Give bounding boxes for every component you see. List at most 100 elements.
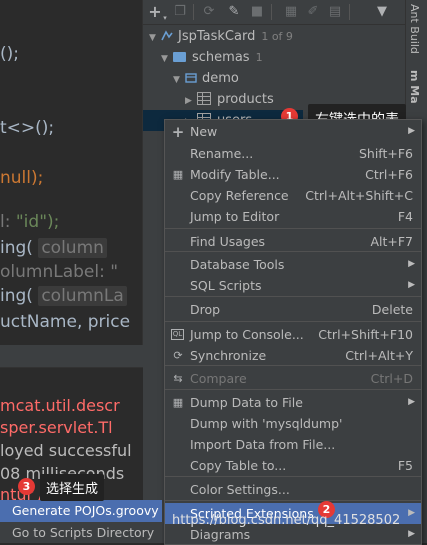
menu-item-shortcut: Ctrl+Alt+Y — [345, 348, 413, 363]
callout-generate: 选择生成 — [40, 474, 105, 501]
tree-node-schemas[interactable]: ▼ schemas 1 — [161, 47, 263, 68]
menu-item-synchronize[interactable]: ⟳ Synchronize Ctrl+Alt+Y — [165, 345, 421, 366]
menu-item-label: Modify Table... — [190, 167, 280, 182]
menu-item-database-tools[interactable]: Database Tools ▶ — [165, 254, 421, 275]
stop-icon[interactable]: ■ — [248, 3, 266, 21]
code-line: ing( columnLa — [0, 286, 127, 306]
menu-item-shortcut: F4 — [397, 209, 413, 224]
menu-item-label: Synchronize — [190, 348, 267, 363]
collapse-arrow-icon[interactable]: ▶ — [185, 91, 197, 112]
expand-arrow-icon[interactable]: ▼ — [149, 28, 161, 49]
menu-item-dump-with-mysqldump[interactable]: Dump with 'mysqldump' — [165, 413, 421, 434]
menu-item-find-usages[interactable]: Find Usages Alt+F7 — [165, 231, 421, 252]
tree-node-demo[interactable]: ▼ demo — [173, 68, 239, 89]
console-line: mcat.util.descr — [0, 396, 120, 415]
go-to-scripts-item[interactable]: Go to Scripts Directory — [0, 522, 162, 543]
menu-item-copy-reference[interactable]: Copy Reference Ctrl+Alt+Shift+C — [165, 185, 421, 206]
code-line: uctName, price — [0, 312, 131, 332]
table-icon — [197, 92, 211, 105]
menu-item-shortcut: Ctrl+Alt+Shift+C — [305, 188, 413, 203]
menu-item-shortcut: Alt+F7 — [370, 234, 413, 249]
menu-item-drop[interactable]: Drop Delete — [165, 299, 421, 320]
edit-icon[interactable]: ✐ — [304, 3, 322, 21]
menu-item-rename[interactable]: Rename... Shift+F6 — [165, 143, 421, 164]
menu-item-label: Find Usages — [190, 234, 266, 249]
dump-icon: ▦ — [172, 396, 184, 409]
expand-arrow-icon[interactable]: ▼ — [173, 70, 185, 91]
menu-item-shortcut: Delete — [371, 302, 413, 317]
code-line: null); — [0, 168, 44, 188]
code-editor[interactable]: (); t<>(); null); l: "id"); ing( column … — [0, 0, 142, 345]
menu-separator — [165, 389, 421, 390]
menu-item-label: Import Data from File... — [190, 437, 336, 452]
filter-icon[interactable]: ▼ — [373, 3, 391, 21]
datasource-icon — [161, 30, 173, 41]
menu-item-shortcut: Shift+F6 — [358, 146, 413, 161]
table-view-icon[interactable]: ▦ — [282, 3, 300, 21]
menu-item-label: Drop — [190, 302, 221, 317]
watermark-url: https://blog.csdn.net/qq_41528502 — [172, 513, 401, 528]
ant-build-tab[interactable]: Ant Build — [408, 4, 421, 54]
submenu-arrow-icon: ▶ — [408, 397, 415, 407]
param-hint: column — [38, 238, 107, 258]
context-menu: + New ▶ Rename... Shift+F6 ▦ Modify Table... Ct… — [164, 119, 422, 545]
refresh-icon[interactable]: ⟳ — [200, 3, 218, 21]
menu-item-import-data-from-file[interactable]: Import Data from File... — [165, 434, 421, 455]
menu-separator — [165, 228, 421, 229]
expand-arrow-icon[interactable]: ▼ — [161, 49, 173, 70]
menu-separator — [165, 500, 421, 501]
menu-item-shortcut: Ctrl+Shift+F10 — [318, 327, 413, 342]
submenu-arrow-icon: ▶ — [408, 126, 415, 136]
schema-icon — [185, 73, 197, 83]
code-line: (); — [0, 44, 19, 64]
maven-tab[interactable]: m Ma — [408, 70, 421, 104]
tree-node-products[interactable]: ▶ products — [185, 89, 274, 110]
console-icon: QL — [171, 329, 184, 340]
menu-item-color-settings[interactable]: Color Settings... — [165, 479, 421, 500]
menu-item-dump-data-to-file[interactable]: ▦ Dump Data to File ▶ — [165, 392, 421, 413]
menu-item-shortcut: F5 — [397, 458, 413, 473]
toolbar-separator — [271, 4, 272, 20]
menu-item-jump-to-console[interactable]: QL Jump to Console... Ctrl+Shift+F10 — [165, 324, 421, 345]
submenu-arrow-icon: ▶ — [408, 259, 415, 269]
plus-icon: + — [171, 123, 185, 141]
code-line: l: "id"); — [0, 212, 60, 232]
menu-item-shortcut: Ctrl+F6 — [365, 167, 413, 182]
copy-icon[interactable]: ❐ — [171, 3, 189, 21]
step-badge-3: 3 — [18, 478, 35, 495]
menu-item-label: New — [190, 124, 218, 139]
console-line: sper.servlet.Tl — [0, 418, 113, 437]
menu-item-label: SQL Scripts — [190, 278, 262, 293]
menu-item-jump-to-editor[interactable]: Jump to Editor F4 — [165, 206, 421, 227]
generate-pojos-item[interactable]: Generate POJOs.groovy — [0, 500, 162, 522]
code-line: t<>(); — [0, 118, 55, 138]
menu-item-label: Database Tools — [190, 257, 285, 272]
menu-item-sql-scripts[interactable]: SQL Scripts ▶ — [165, 275, 421, 296]
tool-window-header — [0, 345, 165, 368]
refresh-icon: ⟳ — [173, 349, 183, 362]
database-toolbar: + ▾ ❐ ⟳ ✎ ■ ▦ ✐ ▤ ▼ — [143, 0, 405, 25]
menu-item-compare[interactable]: ⇆ Compare Ctrl+D — [165, 368, 421, 389]
table-icon: ▦ — [172, 168, 184, 181]
menu-item-label: Compare — [190, 371, 247, 386]
menu-item-copy-table-to[interactable]: Copy Table to... F5 — [165, 455, 421, 476]
menu-item-label: Rename... — [190, 146, 254, 161]
menu-separator — [165, 321, 421, 322]
toolbar-separator — [193, 4, 194, 20]
properties-icon[interactable]: ✎ — [225, 3, 243, 21]
menu-item-modify-table[interactable]: ▦ Modify Table... Ctrl+F6 — [165, 164, 421, 185]
menu-item-label: Copy Table to... — [190, 458, 287, 473]
submenu-arrow-icon: ▶ — [408, 529, 415, 539]
submenu-arrow-icon: ▶ — [408, 280, 415, 290]
menu-item-new[interactable]: + New ▶ — [165, 121, 421, 142]
submenu-arrow-icon: ▶ — [408, 508, 415, 518]
folder-icon — [173, 52, 186, 62]
menu-item-shortcut: Ctrl+D — [370, 371, 413, 386]
menu-separator — [165, 476, 421, 477]
menu-item-label: Dump with 'mysqldump' — [190, 416, 343, 431]
tree-node-datasource[interactable]: ▼ JspTaskCard 1 of 9 — [149, 26, 293, 47]
menu-item-label: Jump to Console... — [190, 327, 304, 342]
compare-icon: ⇆ — [173, 372, 183, 385]
param-hint: columnLa — [38, 286, 127, 306]
console-icon[interactable]: ▤ — [326, 3, 344, 21]
